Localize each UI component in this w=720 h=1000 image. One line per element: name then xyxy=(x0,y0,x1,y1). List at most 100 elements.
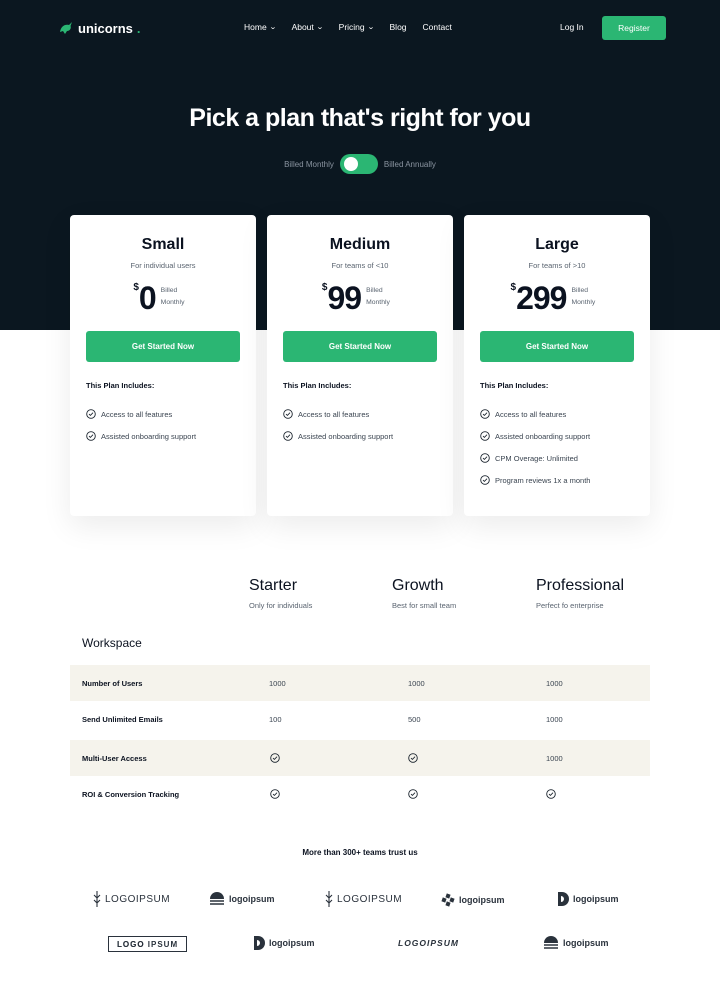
tier-professional: Professional Perfect fo enterprise xyxy=(536,577,624,610)
leaf-icon xyxy=(93,891,101,907)
table-cell: 1000 xyxy=(546,753,563,763)
check-circle-icon xyxy=(283,409,293,419)
nav-item-pricing[interactable]: Pricing ⌄ xyxy=(339,22,375,32)
table-cell: 1000 xyxy=(408,678,425,688)
check-circle-icon xyxy=(408,789,418,799)
waves-icon xyxy=(544,936,558,949)
unicorn-icon xyxy=(60,22,72,34)
waves-icon xyxy=(210,892,224,905)
plan-price: 0 xyxy=(138,280,157,316)
feature-item: CPM Overage: Unlimited xyxy=(480,447,590,469)
logo-text: logoipsum xyxy=(573,894,619,904)
partner-logo: LOGOIPSUM xyxy=(325,890,402,908)
billing-toggle-group: Billed Monthly Billed Annually xyxy=(0,154,720,174)
logo-text: logoipsum xyxy=(229,894,275,904)
row-label: Multi-User Access xyxy=(82,753,147,763)
feature-label: Assisted onboarding support xyxy=(298,431,394,441)
table-row: Multi-User Access 1000 xyxy=(70,740,650,776)
feature-label: Program reviews 1x a month xyxy=(495,475,591,485)
billing-period: Billed Monthly xyxy=(160,287,185,306)
plan-card-medium: Medium For teams of <10 $ 99 Billed Mont… xyxy=(267,215,453,516)
billing-toggle[interactable] xyxy=(339,154,378,174)
nav-label: About xyxy=(291,22,314,32)
tier-subtitle: Perfect fo enterprise xyxy=(536,601,604,610)
get-started-button[interactable]: Get Started Now xyxy=(480,331,634,362)
check-circle-icon xyxy=(86,431,96,441)
check-circle-icon xyxy=(480,453,490,463)
price-row: $ 299 Billed Monthly xyxy=(464,281,650,315)
nav-item-contact[interactable]: Contact xyxy=(423,22,452,32)
billed-monthly-label: Billed Monthly xyxy=(284,159,334,169)
feature-label: Assisted onboarding support xyxy=(101,431,197,441)
logo-text: logoipsum xyxy=(459,895,505,905)
includes-heading: This Plan Includes: xyxy=(480,381,549,390)
feature-item: Access to all features xyxy=(283,403,393,425)
row-label: ROI & Conversion Tracking xyxy=(82,789,180,799)
table-row: Number of Users 1000 1000 1000 xyxy=(70,665,650,701)
chevron-down-icon: ⌄ xyxy=(315,24,324,31)
tier-growth: Growth Best for small team xyxy=(392,577,456,610)
partner-logo: LOGOIPSUM xyxy=(398,938,459,948)
tier-name: Growth xyxy=(392,577,444,594)
feature-list: Access to all features Assisted onboardi… xyxy=(86,403,196,447)
leaf-icon xyxy=(325,891,333,907)
partner-logo: logoipsum xyxy=(557,891,619,907)
nav-item-home[interactable]: Home ⌄ xyxy=(244,22,276,32)
table-cell: 1000 xyxy=(546,714,563,724)
logo-text: LOGO IPSUM xyxy=(109,940,186,949)
nav-item-about[interactable]: About ⌄ xyxy=(291,22,324,32)
brand-name: unicorns xyxy=(78,20,133,36)
feature-label: CPM Overage: Unlimited xyxy=(495,453,578,463)
chevron-down-icon: ⌄ xyxy=(268,24,277,31)
check-circle-icon xyxy=(480,409,490,419)
partner-logo: LOGO IPSUM xyxy=(108,936,188,952)
d-shape-icon xyxy=(254,936,265,950)
feature-list: Access to all features Assisted onboardi… xyxy=(480,403,590,491)
feature-list: Access to all features Assisted onboardi… xyxy=(283,403,393,447)
price-row: $ 0 Billed Monthly xyxy=(70,281,256,315)
plan-subtitle: For teams of <10 xyxy=(331,261,389,270)
nav-label: Home xyxy=(244,22,267,32)
nav-item-blog[interactable]: Blog xyxy=(390,22,407,32)
brand-logo[interactable]: unicorns. xyxy=(58,20,141,36)
tier-subtitle: Best for small team xyxy=(392,601,457,610)
nav-label: Contact xyxy=(422,22,452,32)
table-cell: 1000 xyxy=(269,678,286,688)
billing-period: Billed Monthly xyxy=(571,287,596,306)
logo-text: logoipsum xyxy=(269,938,315,948)
includes-heading: This Plan Includes: xyxy=(86,381,155,390)
plan-subtitle: For individual users xyxy=(130,261,196,270)
table-cell: 100 xyxy=(269,714,282,724)
plan-name: Medium xyxy=(329,236,391,253)
logo-text: LOGOIPSUM xyxy=(398,938,459,948)
table-row: Send Unlimited Emails 100 500 1000 xyxy=(70,701,650,737)
logo-text: logoipsum xyxy=(563,938,609,948)
check-circle-icon xyxy=(480,475,490,485)
plan-subtitle: For teams of >10 xyxy=(528,261,586,270)
feature-item: Assisted onboarding support xyxy=(480,425,590,447)
register-button[interactable]: Register xyxy=(602,16,666,40)
feature-item: Assisted onboarding support xyxy=(283,425,393,447)
get-started-button[interactable]: Get Started Now xyxy=(86,331,240,362)
plan-name: Large xyxy=(535,236,579,253)
hash-blocks-icon xyxy=(441,893,455,907)
toggle-knob xyxy=(343,157,358,171)
partner-logo: logoipsum xyxy=(441,893,505,907)
row-label: Number of Users xyxy=(82,678,143,688)
plan-price: 299 xyxy=(516,280,567,316)
table-cell: 500 xyxy=(408,714,421,724)
plan-name: Small xyxy=(141,236,185,253)
partner-logo: LOGOIPSUM xyxy=(93,890,170,908)
feature-item: Assisted onboarding support xyxy=(86,425,196,447)
billed-annually-label: Billed Annually xyxy=(383,159,436,169)
feature-label: Access to all features xyxy=(101,409,173,419)
check-circle-icon xyxy=(270,789,280,799)
login-link[interactable]: Log In xyxy=(560,22,584,32)
partner-logo: logoipsum xyxy=(253,935,315,951)
feature-item: Access to all features xyxy=(480,403,590,425)
tier-name: Professional xyxy=(536,577,625,594)
trust-heading: More than 300+ teams trust us xyxy=(302,848,418,857)
page-title: Pick a plan that's right for you xyxy=(189,104,531,132)
tier-starter: Starter Only for individuals xyxy=(249,577,312,610)
get-started-button[interactable]: Get Started Now xyxy=(283,331,437,362)
